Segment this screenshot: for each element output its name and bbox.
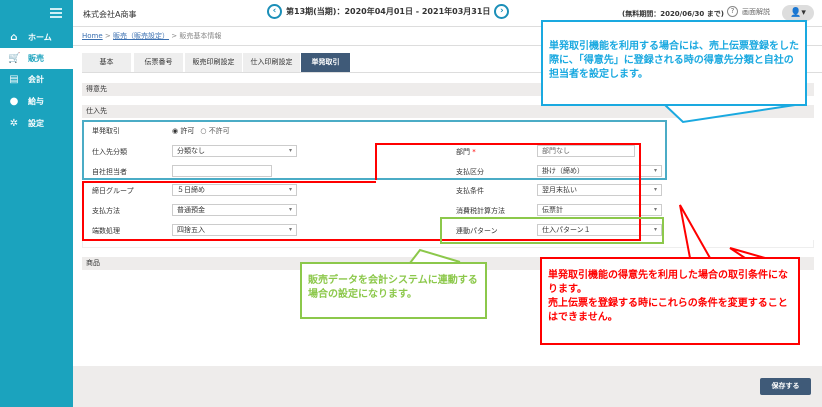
blue-callout-tail <box>664 104 796 124</box>
red-callout-tail1 <box>679 204 711 259</box>
blue-highlight <box>82 120 667 180</box>
save-button[interactable]: 保存する <box>760 378 811 395</box>
red-callout: 単発取引機能の得意先を利用した場合の取引条件になります。 売上伝票を登録する時に… <box>540 257 800 345</box>
green-callout: 販売データを会計システムに連動する場合の設定になります。 <box>300 262 487 319</box>
red-highlight <box>82 143 641 241</box>
blue-callout: 単発取引機能を利用する場合には、売上伝票登録をした際に、「得意先」に登録される時… <box>541 20 807 106</box>
footer <box>73 366 822 407</box>
